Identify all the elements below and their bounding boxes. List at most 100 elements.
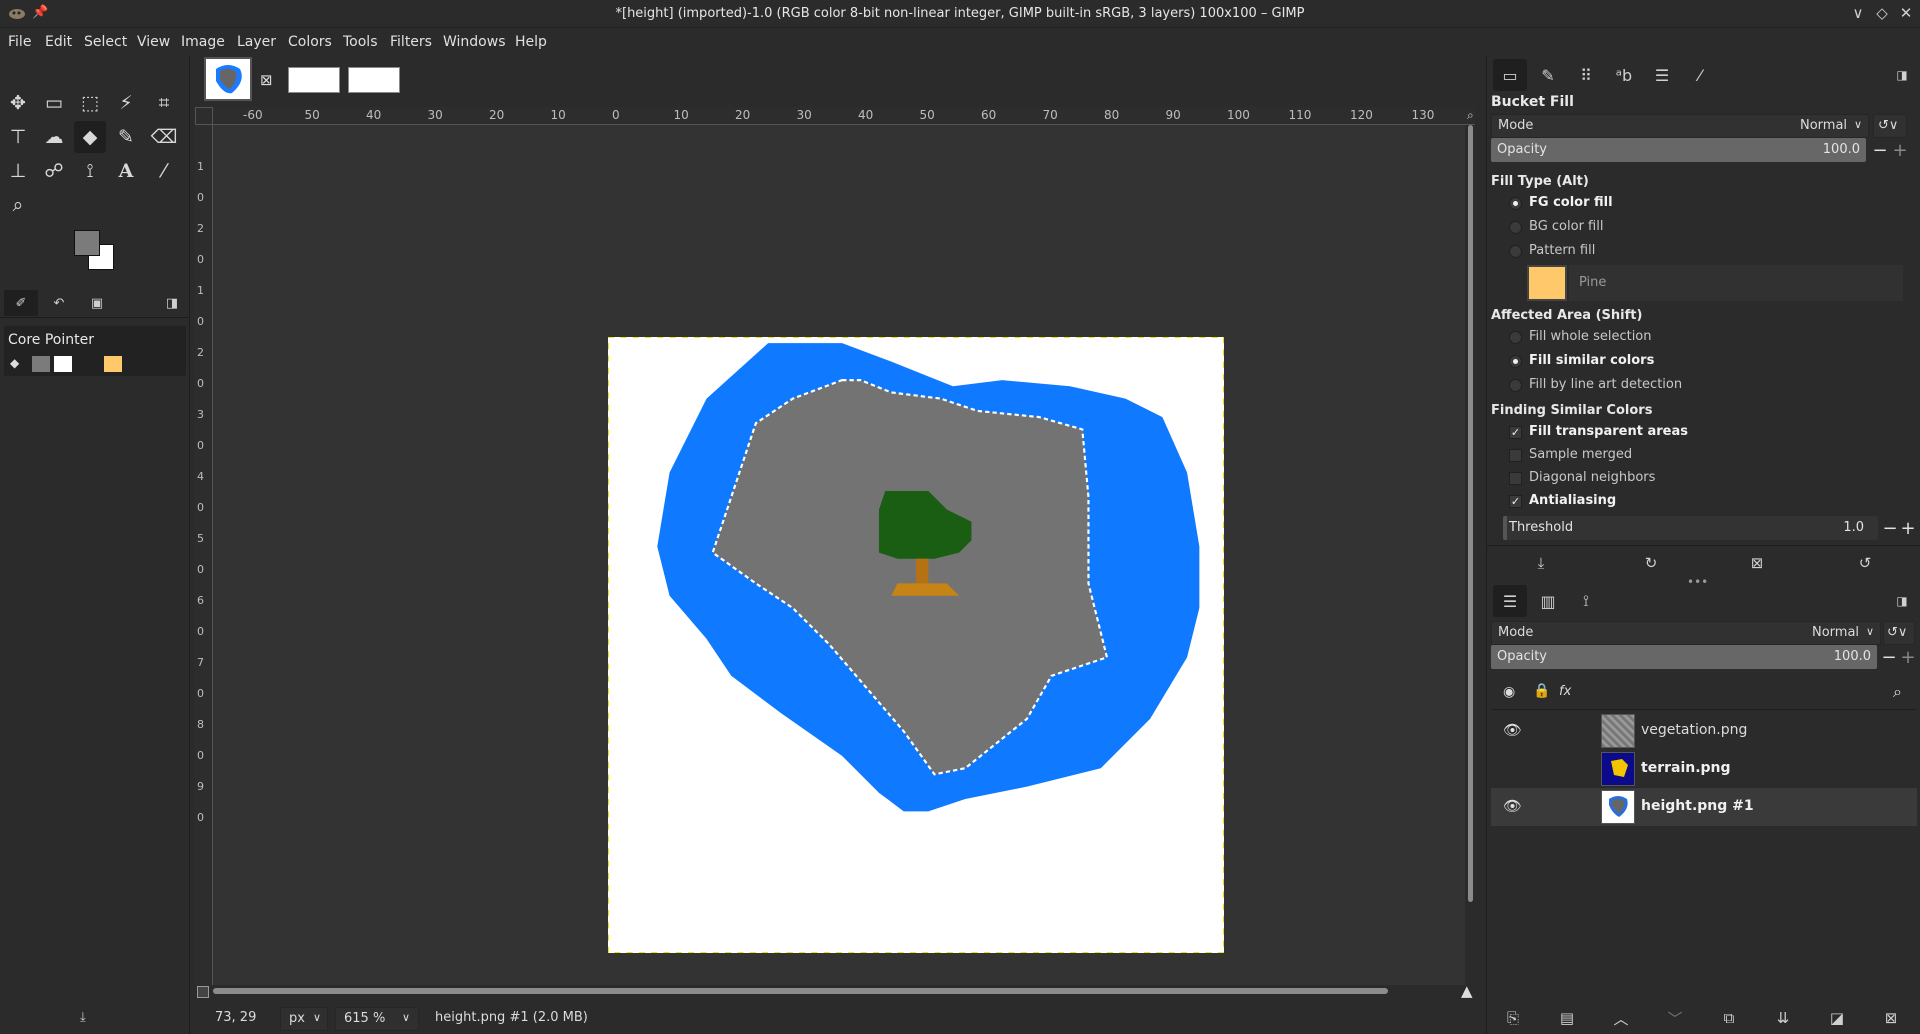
menu-file[interactable]: File (8, 34, 31, 50)
mode-reset-button[interactable]: ↺∨ (1873, 114, 1907, 138)
layer-name[interactable]: vegetation.png (1641, 722, 1747, 738)
fill-whole-selection-radio[interactable] (1509, 331, 1522, 344)
ruler-corner[interactable] (195, 107, 213, 125)
move-tool-icon[interactable]: ✥ (2, 87, 34, 119)
pattern-name-field[interactable]: Pine (1569, 265, 1903, 301)
sample-merged-label[interactable]: Sample merged (1529, 447, 1632, 462)
threshold-increase-button[interactable]: + (1899, 516, 1917, 540)
layer-row-vegetation[interactable]: 👁 vegetation.png (1491, 712, 1917, 750)
transform-tool-icon[interactable]: ⊤ (2, 121, 34, 153)
duplicate-layer-icon[interactable]: ⧉ (1715, 1005, 1743, 1031)
unit-select[interactable]: px ∨ (280, 1007, 328, 1031)
crop-tool-icon[interactable]: ⌗ (148, 87, 180, 119)
mode-select[interactable]: Mode Normal ∨ (1491, 114, 1869, 138)
threshold-decrease-button[interactable]: − (1881, 516, 1899, 540)
fill-line-art-radio[interactable] (1509, 379, 1522, 392)
maximize-button[interactable]: ◇ (1870, 4, 1894, 22)
layer-opacity-increase-button[interactable]: + (1899, 645, 1917, 669)
vertical-ruler[interactable]: 1 0 2 0 1 0 2 0 3 0 4 0 5 0 6 0 7 0 8 0 9 0 (195, 125, 213, 985)
search-icon[interactable]: ⌕ (1893, 682, 1902, 702)
close-tab-icon[interactable]: ⊠ (260, 71, 273, 89)
gradients-tab-icon[interactable]: ☰ (1645, 59, 1679, 91)
dock-menu-icon[interactable]: ◨ (1891, 585, 1913, 617)
menu-colors[interactable]: Colors (288, 34, 332, 50)
eye-icon[interactable]: 👁 (1503, 797, 1522, 815)
zoom-lock-icon[interactable]: ⌕ (1467, 108, 1474, 123)
layer-row-terrain[interactable]: terrain.png (1491, 750, 1917, 788)
save-options-icon[interactable]: ⤓ (1527, 550, 1555, 576)
layer-name[interactable]: terrain.png (1641, 760, 1731, 776)
paint-dynamics-tab-icon[interactable]: ⁄ (1683, 59, 1717, 91)
fill-line-art-label[interactable]: Fill by line art detection (1529, 377, 1682, 392)
zoom-tool-icon[interactable]: ⌕ (2, 189, 34, 221)
eye-icon[interactable]: 👁 (1503, 721, 1522, 739)
paintbrush-tool-icon[interactable]: ✎ (110, 121, 142, 153)
canvas-area[interactable] (213, 125, 1465, 985)
rect-select-tool-icon[interactable]: ▭ (38, 87, 70, 119)
eraser-tool-icon[interactable]: ⌫ (148, 121, 180, 153)
brushes-tab-icon[interactable]: ✎ (1531, 59, 1565, 91)
diagonal-neighbors-label[interactable]: Diagonal neighbors (1529, 470, 1655, 485)
lock-header-icon[interactable]: 🔒 (1533, 683, 1550, 699)
bucket-fill-tool-icon[interactable]: ◆ (74, 121, 106, 153)
navigate-icon[interactable]: ▲ (1461, 982, 1473, 1000)
layer-mode-reset-button[interactable]: ↺∨ (1883, 621, 1915, 645)
image-tab-2[interactable] (288, 67, 340, 93)
image-canvas[interactable] (608, 337, 1224, 953)
fill-transparent-label[interactable]: Fill transparent areas (1529, 424, 1688, 439)
horizontal-scroll-thumb[interactable] (213, 988, 1388, 994)
images-tab-icon[interactable]: ▣ (80, 290, 114, 316)
fill-similar-colors-label[interactable]: Fill similar colors (1529, 353, 1654, 368)
raise-layer-icon[interactable]: ︿ (1607, 1005, 1635, 1031)
magic-wand-tool-icon[interactable]: ⚡ (110, 87, 142, 119)
opacity-decrease-button[interactable]: − (1871, 138, 1889, 162)
menu-view[interactable]: View (137, 34, 170, 50)
sample-merged-checkbox[interactable] (1509, 449, 1522, 462)
layer-row-height[interactable]: 👁 height.png #1 (1491, 788, 1917, 826)
fill-whole-selection-label[interactable]: Fill whole selection (1529, 329, 1652, 344)
export-icon[interactable]: ⤓ (80, 1010, 86, 1025)
diagonal-neighbors-checkbox[interactable] (1509, 472, 1522, 485)
zoom-select[interactable]: 615 % ∨ (335, 1007, 419, 1031)
bg-fill-radio[interactable] (1509, 221, 1522, 234)
menu-select[interactable]: Select (84, 34, 127, 50)
horizontal-ruler[interactable]: -60 50 40 30 20 10 0 10 20 30 40 50 60 70 80 90 100 110 12… (213, 107, 1475, 125)
lower-layer-icon[interactable]: ﹀ (1661, 1005, 1689, 1031)
layer-opacity-decrease-button[interactable]: − (1880, 645, 1898, 669)
new-layer-icon[interactable]: ⎘ (1499, 1005, 1527, 1031)
fg-bg-colors[interactable] (72, 228, 122, 278)
mask-layer-icon[interactable]: ◪ (1823, 1005, 1851, 1031)
image-tab-3[interactable] (348, 67, 400, 93)
restore-options-icon[interactable]: ↻ (1637, 550, 1665, 576)
layer-opacity-slider[interactable]: Opacity 100.0 (1491, 645, 1877, 669)
warp-tool-icon[interactable]: ☁ (38, 121, 70, 153)
pattern-fill-radio[interactable] (1509, 245, 1522, 258)
layer-name[interactable]: height.png #1 (1641, 798, 1754, 814)
pattern-fill-label[interactable]: Pattern fill (1529, 243, 1595, 258)
merge-layer-icon[interactable]: ⇊ (1769, 1005, 1797, 1031)
menu-tools[interactable]: Tools (343, 34, 378, 50)
fuzzy-select-tool-icon[interactable]: ⬚ (74, 87, 106, 119)
close-window-button[interactable]: ✕ (1894, 4, 1918, 22)
horizontal-scrollbar[interactable] (213, 986, 1393, 996)
delete-layer-icon[interactable]: ⊠ (1877, 1005, 1905, 1031)
vertical-scroll-thumb[interactable] (1468, 125, 1473, 902)
fg-fill-radio[interactable] (1509, 197, 1522, 210)
dock-menu-icon[interactable]: ◨ (1891, 59, 1913, 91)
menu-image[interactable]: Image (181, 34, 225, 50)
delete-options-icon[interactable]: ⊠ (1743, 550, 1771, 576)
minimize-button[interactable]: ∨ (1846, 4, 1870, 22)
effects-header-icon[interactable]: fx (1559, 684, 1571, 699)
pattern-preview[interactable] (1527, 265, 1567, 301)
opacity-increase-button[interactable]: + (1891, 138, 1909, 162)
vertical-scrollbar[interactable] (1466, 125, 1475, 985)
clone-tool-icon[interactable]: ⊥ (2, 155, 34, 187)
tool-options-tab-icon[interactable]: ▭ (1493, 59, 1527, 91)
layer-mode-select[interactable]: Mode Normal ∨ (1491, 621, 1881, 645)
color-picker-tool-icon[interactable]: ⁄ (148, 155, 180, 187)
antialiasing-label[interactable]: Antialiasing (1529, 493, 1616, 508)
patterns-tab-icon[interactable]: ⠿ (1569, 59, 1603, 91)
paths-tool-icon[interactable]: ⟟ (74, 155, 106, 187)
reset-options-icon[interactable]: ↺ (1851, 550, 1879, 576)
tool-options-tab-icon[interactable]: ✐ (4, 290, 38, 316)
